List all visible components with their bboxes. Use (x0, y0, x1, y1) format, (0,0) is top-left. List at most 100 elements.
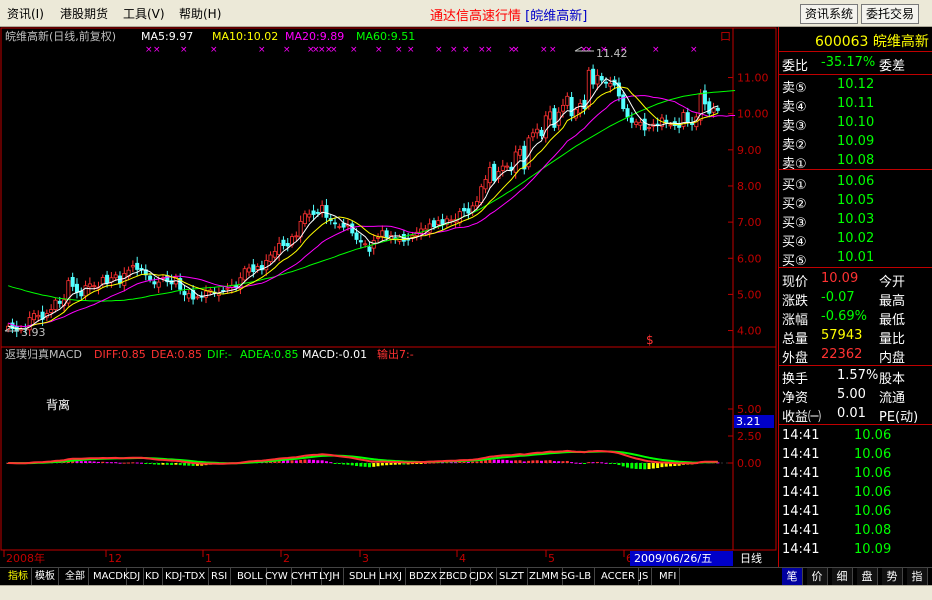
signal-mark: × (652, 45, 660, 55)
signal-mark: × (395, 45, 403, 55)
signal-mark: × (145, 45, 153, 55)
stat-label-2: 最高 (879, 294, 906, 309)
tab-lyjh[interactable]: LYJH (316, 568, 344, 585)
right-tab[interactable]: 细 (832, 568, 853, 585)
macd-bar (540, 460, 543, 463)
candle-body (100, 277, 105, 285)
quote-panel: 600063 皖维高新 委比 -35.17% 委差 卖⑤ 10.12 卖④ 10.11… (778, 27, 932, 567)
tab-cjdx[interactable]: CJDX (466, 568, 498, 585)
tab-rsi[interactable]: RSI (208, 568, 232, 585)
tick-time: 14:41 (782, 485, 820, 500)
macd-bar (92, 461, 96, 463)
sell-price: 10.09 (837, 134, 875, 149)
candle-body (152, 281, 157, 285)
menu-help[interactable]: 帮助(H) (179, 5, 221, 22)
kline-chart[interactable]: 皖维高新(日线,前复权) MA5:9.97 MA10:10.02 MA20:9.… (0, 27, 778, 567)
stat-value: 57943 (821, 328, 863, 343)
tab-slzt[interactable]: SLZT (496, 568, 528, 585)
dif-label: DIF:- (207, 348, 232, 361)
candle-body (302, 213, 307, 224)
candle-body (122, 273, 127, 286)
candle-body (479, 186, 484, 203)
buy-row: 买⑤ 10.01 (779, 249, 932, 269)
trade-button[interactable]: 委托交易 (861, 4, 920, 24)
tab-js[interactable]: JS (636, 568, 653, 585)
price-layer (6, 64, 736, 338)
candle-body (234, 284, 239, 288)
tab-kdj-tdx[interactable]: KDJ-TDX (162, 568, 210, 585)
chart-border (0, 27, 777, 551)
tick-price: 10.06 (854, 466, 892, 481)
tab-lhxj[interactable]: LHXJ (376, 568, 406, 585)
tab-kdj[interactable]: KDJ (120, 568, 145, 585)
stat2-label: 换手 (782, 372, 809, 387)
tab-全部[interactable]: 全部 (62, 568, 89, 585)
macd-bar (548, 460, 552, 463)
y-tick-label: 7.00 (737, 216, 762, 229)
stat2-row: 收益㈠ 0.01 PE(动) (779, 405, 932, 425)
macd-bar (165, 463, 169, 465)
signal-mark: × (540, 45, 548, 55)
chart-area[interactable]: 皖维高新(日线,前复权) MA5:9.97 MA10:10.02 MA20:9.… (0, 27, 778, 567)
tab-mfi[interactable]: MFI (656, 568, 681, 585)
candle-body (565, 95, 570, 106)
macd-bar (385, 463, 389, 466)
candle-body (466, 208, 471, 214)
macd-bar (139, 462, 143, 464)
right-tab[interactable]: 盘 (857, 568, 878, 585)
signal-mark: × (210, 45, 218, 55)
stat-value: -0.07 (821, 290, 855, 305)
menu-tools[interactable]: 工具(V) (123, 5, 165, 22)
sell-row: 卖④ 10.11 (779, 95, 932, 115)
y-axis-main: 11.00 10.00 9.00 8.00 7.00 6.00 5.00 4.00 (728, 72, 769, 338)
right-tab[interactable]: 笔 (782, 568, 803, 585)
candle-body (543, 115, 548, 139)
info-system-button[interactable]: 资讯系统 (800, 4, 859, 24)
macd-bar (453, 462, 457, 464)
tab-kd[interactable]: KD (142, 568, 164, 585)
candle-body (608, 82, 613, 87)
diff-label: DIFF:0.85 (94, 348, 146, 361)
candle-body (457, 211, 462, 224)
divergence-label: 背离 (46, 397, 70, 412)
y-tick-label: 5.00 (737, 288, 762, 301)
signal-mark: × (549, 45, 557, 55)
signal-mark: × (512, 45, 520, 55)
macd-bar (630, 463, 634, 469)
right-tab[interactable]: 价 (807, 568, 828, 585)
macd-bar (367, 463, 371, 468)
menu-hk-futures[interactable]: 港股期货 (60, 5, 108, 22)
buy-label: 买④ (782, 235, 807, 250)
dollar-mark: $ (646, 333, 654, 347)
macd-bar (544, 460, 548, 463)
menu-info[interactable]: 资讯(I) (7, 5, 44, 22)
candle-body (264, 260, 269, 271)
buy-row: 买② 10.05 (779, 192, 932, 212)
macd-bar (79, 461, 83, 463)
tab-accer[interactable]: ACCER (598, 568, 639, 585)
candle-body (36, 314, 41, 318)
corner-mark: 口 (720, 30, 731, 43)
right-tab[interactable]: 势 (882, 568, 903, 585)
stat2-label-2: PE(动) (879, 410, 919, 425)
stock-title: [皖维高新] (525, 9, 588, 24)
sell-row: 卖② 10.09 (779, 133, 932, 153)
stock-name-label: 皖维高新(日线,前复权) (5, 29, 116, 43)
signal-mark: × (485, 45, 493, 55)
tick-row: 14:41 10.06 (779, 446, 932, 465)
right-tab[interactable]: 指 (907, 568, 928, 585)
candle-body (500, 165, 505, 171)
macd-bar (527, 460, 531, 463)
candle-body (642, 118, 647, 131)
high-price-label: 11.42 (596, 47, 628, 60)
macd-bar (105, 462, 109, 464)
tab-指标[interactable]: 指标 (5, 568, 32, 585)
signal-mark: × (283, 45, 291, 55)
candle-body (92, 285, 97, 288)
macd-bar (583, 463, 587, 464)
candle-body (105, 274, 110, 284)
y-tick-label: 8.00 (737, 180, 762, 193)
tab-sg-lb[interactable]: SG-LB (558, 568, 596, 585)
tab-模板[interactable]: 模板 (32, 568, 59, 585)
macd-bar (316, 460, 320, 463)
